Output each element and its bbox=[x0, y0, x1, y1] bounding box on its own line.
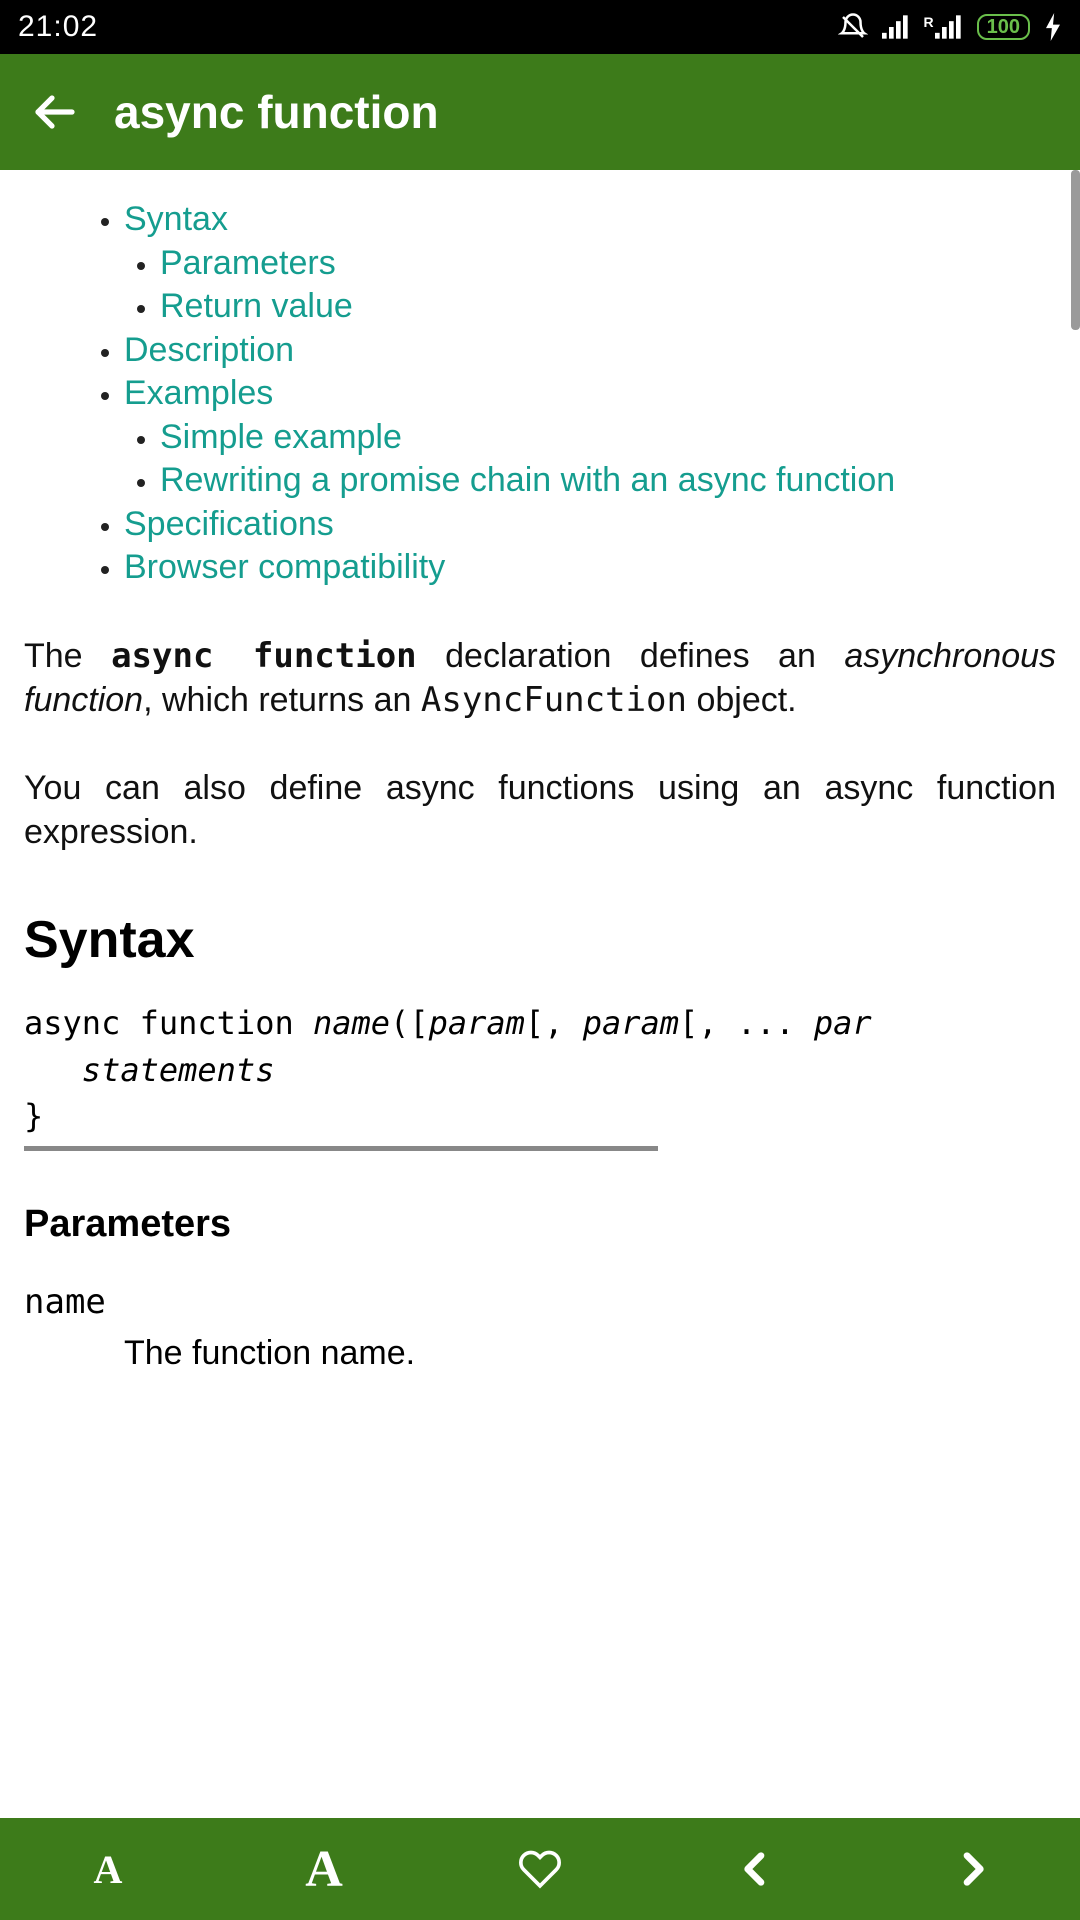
code-scroll-indicator[interactable] bbox=[24, 1146, 658, 1151]
chevron-left-icon bbox=[736, 1849, 776, 1889]
table-of-contents: Syntax Parameters Return value Descripti… bbox=[88, 198, 1056, 590]
next-button[interactable] bbox=[864, 1818, 1080, 1920]
toc-item: Rewriting a promise chain with an async … bbox=[160, 459, 1056, 503]
toc-link-examples[interactable]: Examples bbox=[124, 374, 273, 412]
toc-item: Browser compatibility bbox=[124, 546, 1056, 590]
arrow-left-icon bbox=[30, 88, 78, 136]
page-title: async function bbox=[114, 85, 439, 139]
toc-item: Examples Simple example Rewriting a prom… bbox=[124, 372, 1056, 503]
battery-level: 100 bbox=[987, 16, 1020, 38]
code-text: [, ... bbox=[679, 1004, 814, 1042]
content-scroll[interactable]: Syntax Parameters Return value Descripti… bbox=[0, 170, 1080, 1818]
toc-link-browser-compat[interactable]: Browser compatibility bbox=[124, 548, 445, 586]
toc-item: Return value bbox=[160, 285, 1056, 329]
code-indent bbox=[24, 1051, 82, 1089]
a-large-icon: A bbox=[305, 1840, 343, 1899]
code-text: [, bbox=[525, 1004, 583, 1042]
toc-item: Parameters bbox=[160, 242, 1056, 286]
battery-icon: 100 bbox=[977, 14, 1030, 40]
toc-item: Syntax Parameters Return value bbox=[124, 198, 1056, 329]
dnd-icon bbox=[838, 12, 868, 42]
toc-link-simple-example[interactable]: Simple example bbox=[160, 418, 402, 456]
bolt-icon bbox=[1044, 13, 1062, 41]
toc-link-description[interactable]: Description bbox=[124, 331, 294, 369]
text: declaration defines an bbox=[417, 637, 845, 675]
toc-item: Simple example bbox=[160, 416, 1056, 460]
parameter-list: name The function name. bbox=[24, 1282, 1056, 1373]
text: , which returns an bbox=[143, 681, 421, 719]
back-button[interactable] bbox=[6, 54, 102, 170]
a-small-icon: A bbox=[94, 1846, 123, 1893]
signal-icon bbox=[882, 14, 910, 40]
scrollbar-thumb[interactable] bbox=[1071, 170, 1080, 330]
code-statements: statements bbox=[82, 1051, 275, 1089]
code-brace: } bbox=[24, 1097, 43, 1135]
toc-item: Specifications bbox=[124, 503, 1056, 547]
intro-paragraph-2: You can also define async functions usin… bbox=[24, 766, 1056, 854]
code-syntax: async function name([param[, param[, ...… bbox=[24, 1000, 664, 1139]
bottom-toolbar: A A bbox=[0, 1818, 1080, 1920]
code-inline: AsyncFunction bbox=[421, 680, 687, 720]
prev-button[interactable] bbox=[648, 1818, 864, 1920]
status-time: 21:02 bbox=[18, 10, 98, 44]
app-bar: async function bbox=[0, 54, 1080, 170]
text: The bbox=[24, 637, 111, 675]
code-text: ([ bbox=[390, 1004, 429, 1042]
text: object. bbox=[687, 681, 797, 719]
chevron-right-icon bbox=[952, 1849, 992, 1889]
heading-parameters: Parameters bbox=[24, 1203, 1056, 1246]
code-param: param bbox=[429, 1004, 525, 1042]
code-text: async function bbox=[24, 1004, 313, 1042]
favorite-button[interactable] bbox=[432, 1818, 648, 1920]
toc-item: Description bbox=[124, 329, 1056, 373]
toc-link-return-value[interactable]: Return value bbox=[160, 287, 353, 325]
heart-icon bbox=[518, 1847, 562, 1891]
param-name-term: name bbox=[24, 1282, 1056, 1322]
toc-link-specifications[interactable]: Specifications bbox=[124, 505, 334, 543]
param-name-desc: The function name. bbox=[124, 1334, 1056, 1373]
intro-paragraph-1: The async function declaration defines a… bbox=[24, 634, 1056, 722]
signal-r-icon: R bbox=[924, 14, 963, 40]
font-increase-button[interactable]: A bbox=[216, 1818, 432, 1920]
toc-link-syntax[interactable]: Syntax bbox=[124, 200, 228, 238]
code-block-wrapper: async function name([param[, param[, ...… bbox=[24, 1000, 1056, 1150]
code-param: par bbox=[814, 1004, 872, 1042]
font-decrease-button[interactable]: A bbox=[0, 1818, 216, 1920]
status-icons: R 100 bbox=[838, 12, 1063, 42]
heading-syntax: Syntax bbox=[24, 910, 1056, 970]
status-bar: 21:02 R 100 bbox=[0, 0, 1080, 54]
toc-link-rewriting-promise[interactable]: Rewriting a promise chain with an async … bbox=[160, 461, 895, 499]
toc-link-parameters[interactable]: Parameters bbox=[160, 244, 336, 282]
code-keyword: async function bbox=[111, 636, 417, 676]
code-param: name bbox=[313, 1004, 390, 1042]
code-param: param bbox=[583, 1004, 679, 1042]
